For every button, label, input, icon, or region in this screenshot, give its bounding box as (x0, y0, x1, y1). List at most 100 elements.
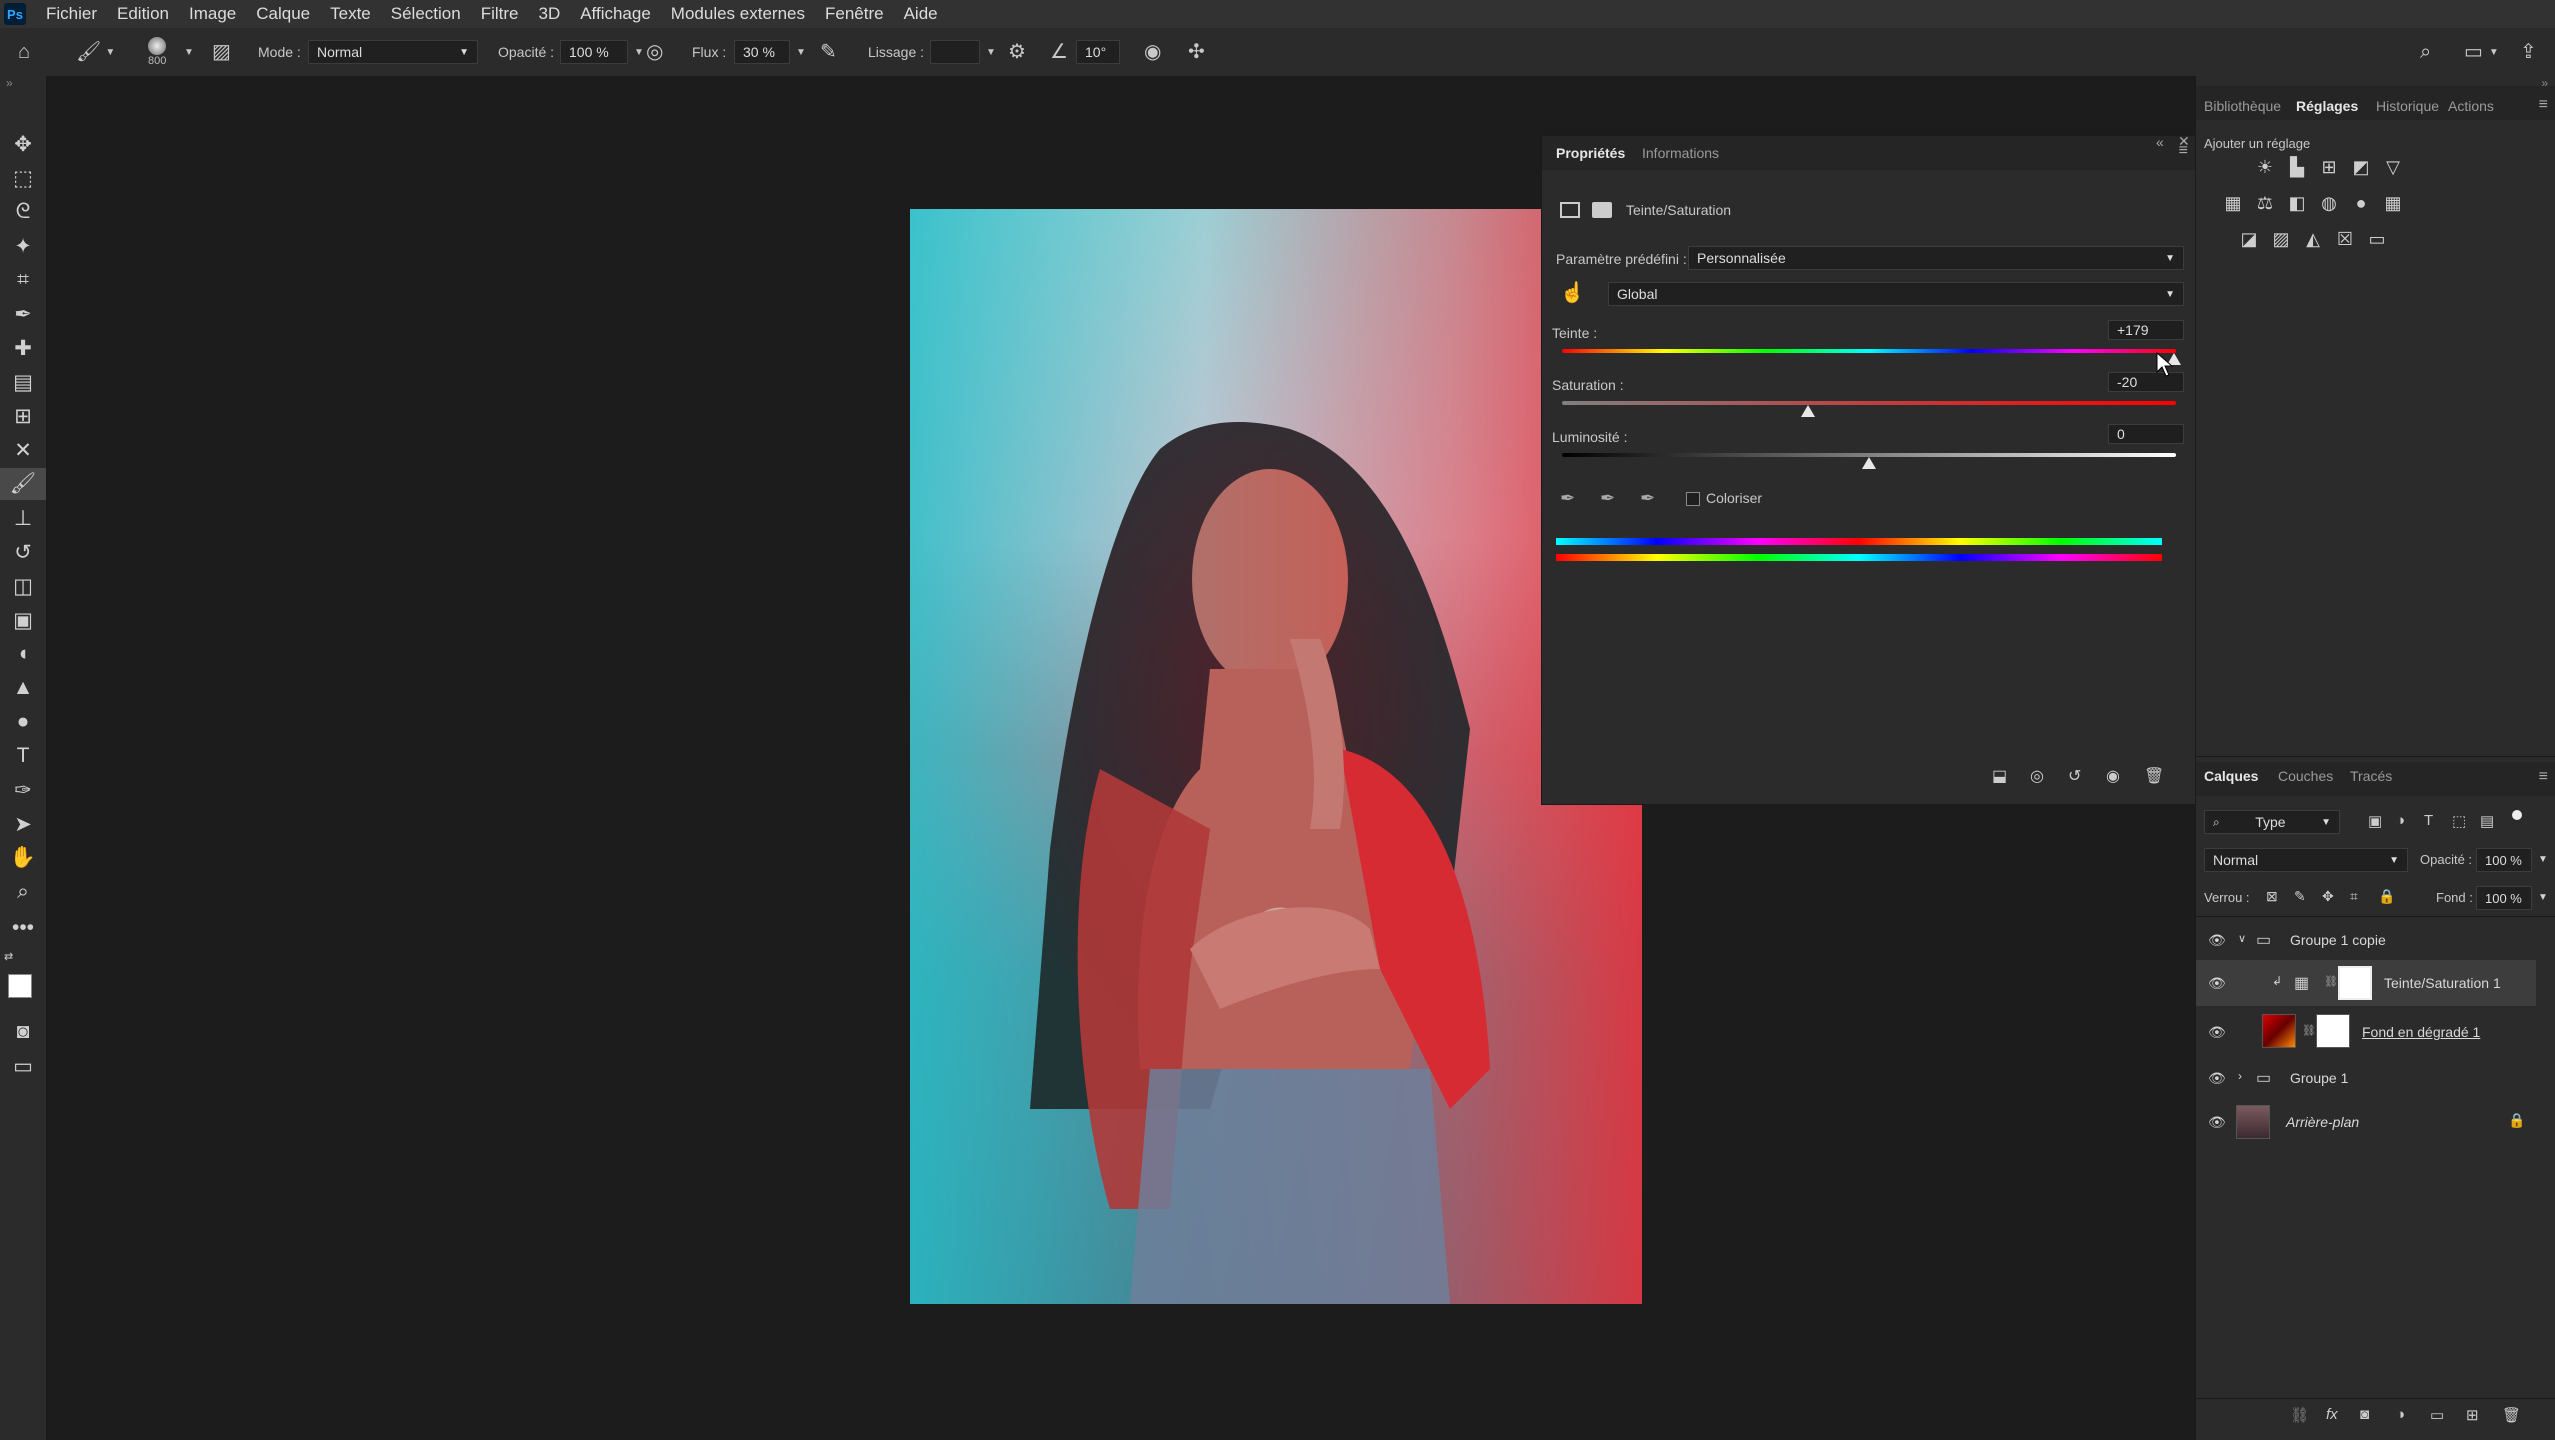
flow-field[interactable]: 30 % (734, 40, 790, 64)
color-balance-icon[interactable]: ⚖ (2254, 192, 2276, 214)
brush-preset-chevron-icon[interactable]: ▼ (184, 47, 194, 58)
eyedropper-add-icon[interactable]: ✒ (1600, 488, 1615, 509)
hue-saturation-icon[interactable]: ▦ (2222, 192, 2244, 214)
dodge-tool-icon[interactable]: ● (0, 706, 46, 738)
brush-preview-icon[interactable] (148, 37, 167, 55)
preset-select[interactable]: Personnalisée ▼ (1688, 246, 2184, 270)
zoom-tool-icon[interactable]: ⌕ (0, 876, 46, 908)
posterize-icon[interactable]: ▨ (2270, 228, 2292, 250)
saturation-slider-thumb[interactable] (1800, 405, 1815, 417)
eraser-tool-icon[interactable]: ◫ (0, 570, 46, 602)
tab-historique[interactable]: Historique (2376, 98, 2439, 114)
tab-couches[interactable]: Couches (2278, 768, 2333, 784)
channel-select[interactable]: Global ▼ (1608, 282, 2184, 306)
new-layer-icon[interactable]: ⊞ (2466, 1406, 2479, 1424)
collapse-dock-icon[interactable]: » (2541, 76, 2548, 90)
patch-tool-icon[interactable]: ▤ (0, 366, 46, 398)
menu-aide[interactable]: Aide (894, 4, 948, 24)
symmetry-icon[interactable]: ✣ (1188, 42, 1205, 62)
magic-wand-tool-icon[interactable]: ✦ (0, 230, 46, 262)
crop-tool-icon[interactable]: ⌗ (0, 264, 46, 296)
menu-calque[interactable]: Calque (246, 4, 320, 24)
filter-pixel-icon[interactable]: ▣ (2368, 812, 2382, 830)
colorize-checkbox[interactable] (1686, 492, 1700, 506)
layer-filter-select[interactable]: ⌕ Type ▼ (2204, 810, 2340, 834)
layer-opacity-field[interactable]: 100 % (2476, 848, 2532, 872)
workspace-icon[interactable]: ▭ (2464, 42, 2483, 62)
threshold-icon[interactable]: ◭ (2302, 228, 2324, 250)
eyedropper-tool-icon[interactable]: ✒ (0, 298, 46, 330)
menu-modules-externes[interactable]: Modules externes (661, 4, 815, 24)
black-white-icon[interactable]: ◧ (2286, 192, 2308, 214)
layer-row-groupe-1-copie[interactable]: 👁 ∨ ▭ Groupe 1 copie (2196, 920, 2555, 960)
lightness-value-field[interactable]: 0 (2108, 424, 2184, 444)
tab-calques[interactable]: Calques (2204, 768, 2258, 784)
screen-mode-icon[interactable]: ▭ (0, 1050, 46, 1082)
link-icon[interactable]: ⛓ (2302, 1024, 2316, 1037)
chevron-right-icon[interactable]: › (2238, 1069, 2242, 1083)
pressure-size-icon[interactable]: ◉ (1144, 42, 1161, 62)
background-layer-thumbnail[interactable] (2236, 1105, 2270, 1139)
photoshop-logo[interactable]: Ps (4, 3, 26, 25)
trash-icon[interactable]: 🗑 (2144, 766, 2164, 786)
gradient-tool-icon[interactable]: ▣ (0, 604, 46, 636)
clip-to-layer-icon[interactable]: ⬓ (1992, 766, 2007, 786)
marquee-tool-icon[interactable]: ⬚ (0, 162, 46, 194)
eyedropper-icon[interactable]: ✒ (1560, 488, 1575, 509)
collapse-toolbar-icon[interactable]: » (6, 76, 13, 90)
close-icon[interactable]: ✕ (2178, 133, 2190, 150)
tab-proprietes[interactable]: Propriétés (1556, 145, 1625, 161)
chevron-down-icon[interactable]: ▼ (2538, 892, 2548, 903)
lock-transparency-icon[interactable]: ⊠ (2266, 888, 2278, 905)
share-icon[interactable]: ⇪ (2520, 42, 2537, 62)
layer-mask-thumbnail[interactable] (2338, 966, 2372, 1000)
collapse-panel-icon[interactable]: « (2156, 134, 2164, 150)
pen-tool-icon[interactable]: ✑ (0, 774, 46, 806)
eye-icon[interactable]: 👁 (2208, 1024, 2226, 1041)
search-icon[interactable]: ⌕ (2420, 42, 2431, 62)
angle-field[interactable]: 10° (1076, 40, 1120, 64)
eye-icon[interactable]: 👁 (2208, 932, 2226, 949)
menu-edition[interactable]: Edition (107, 4, 179, 24)
mask-icon[interactable] (1592, 202, 1612, 218)
chevron-down-icon[interactable]: ▼ (2489, 47, 2499, 58)
chevron-down-icon[interactable]: ▼ (105, 47, 115, 58)
filter-adjustment-icon[interactable]: ◑ (2396, 812, 2405, 829)
type-tool-icon[interactable]: T (0, 740, 46, 772)
menu-fenetre[interactable]: Fenêtre (815, 4, 894, 24)
fill-field[interactable]: 100 % (2476, 886, 2532, 910)
new-adjustment-icon[interactable]: ◑ (2396, 1406, 2405, 1423)
menu-affichage[interactable]: Affichage (570, 4, 661, 24)
layer-row-arriere-plan[interactable]: 👁 Arrière-plan 🔒 (2196, 1100, 2555, 1144)
chevron-down-icon[interactable]: ▼ (986, 47, 996, 58)
blur-tool-icon[interactable]: ◖ (0, 638, 46, 670)
tab-informations[interactable]: Informations (1642, 145, 1719, 161)
path-select-tool-icon[interactable]: ➤ (0, 808, 46, 840)
new-group-icon[interactable]: ▭ (2430, 1406, 2444, 1424)
filter-toggle-icon[interactable] (2512, 810, 2522, 820)
hue-value-field[interactable]: +179 (2108, 320, 2184, 340)
brightness-icon[interactable]: ☀ (2254, 156, 2276, 178)
menu-selection[interactable]: Sélection (381, 4, 471, 24)
brush-settings-icon[interactable]: ▨ (212, 42, 231, 62)
vibrance-icon[interactable]: ▽ (2382, 156, 2404, 178)
swap-colors-icon[interactable]: ⇄ (4, 950, 13, 963)
chevron-down-icon[interactable]: ▼ (796, 47, 806, 58)
gradient-layer-thumbnail[interactable] (2262, 1014, 2296, 1048)
smoothing-field[interactable] (930, 40, 980, 64)
chevron-down-icon[interactable]: ∨ (2238, 932, 2246, 945)
menu-texte[interactable]: Texte (320, 4, 381, 24)
airbrush-icon[interactable]: ✎ (820, 42, 837, 62)
move-tool-icon[interactable]: ✥ (0, 128, 46, 160)
gear-icon[interactable]: ⚙ (1008, 42, 1026, 62)
filter-smart-icon[interactable]: ▤ (2480, 812, 2494, 830)
lock-pixels-icon[interactable]: ✎ (2294, 888, 2306, 905)
hue-slider-track[interactable] (1562, 349, 2176, 353)
pressure-opacity-icon[interactable]: ◎ (646, 42, 663, 62)
adjustment-layer-icon[interactable] (1560, 202, 1580, 218)
lasso-tool-icon[interactable]: ᘓ (0, 196, 46, 228)
exposure-icon[interactable]: ◩ (2350, 156, 2372, 178)
menu-image[interactable]: Image (179, 4, 246, 24)
link-layers-icon[interactable]: ⛓ (2290, 1406, 2309, 1424)
filter-type-icon[interactable]: T (2424, 812, 2433, 829)
